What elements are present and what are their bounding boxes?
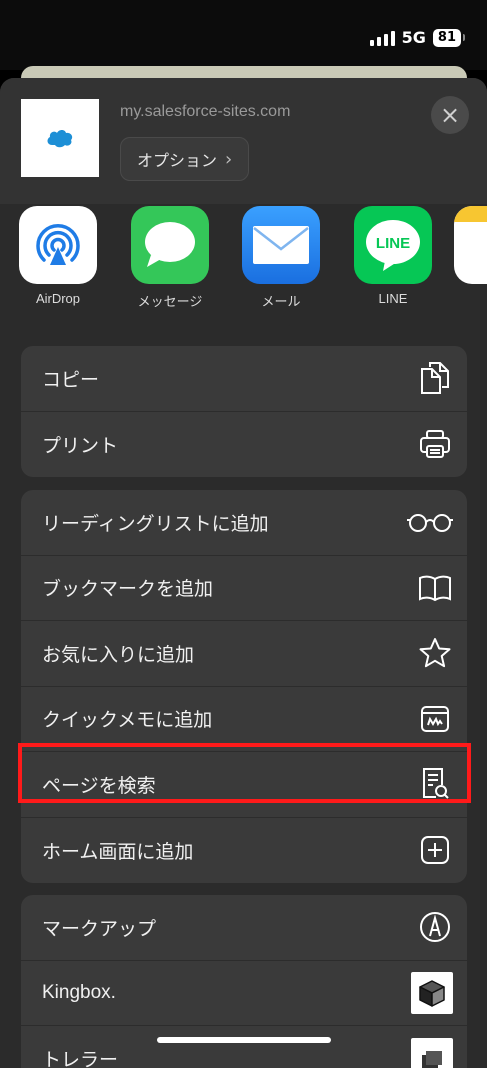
action-add-reading-list[interactable]: リーディングリストに追加	[21, 490, 467, 556]
action-markup-label: マークアップ	[42, 917, 157, 940]
options-button-label: オプション	[137, 151, 218, 170]
glasses-icon	[407, 504, 453, 540]
network-type: 5G	[401, 28, 426, 47]
printer-icon	[417, 426, 453, 462]
action-group-1: コピー プリント	[21, 346, 467, 477]
salesforce-cloud-icon	[47, 130, 73, 148]
battery-indicator: 81	[432, 28, 466, 47]
action-add-favorite[interactable]: お気に入りに追加	[21, 621, 467, 687]
action-add-to-home-screen[interactable]: ホーム画面に追加	[21, 818, 467, 884]
airdrop-icon	[19, 206, 97, 284]
chevron-right-icon: ›	[225, 148, 233, 170]
messages-icon	[131, 206, 209, 284]
app-messages[interactable]: メッセージ	[120, 206, 220, 310]
action-add-favorite-label: お気に入りに追加	[42, 643, 195, 666]
app-share-row: AirDrop メッセージ メール LINE LINE	[0, 204, 487, 314]
app-label-mail: メール	[261, 294, 301, 309]
action-print[interactable]: プリント	[21, 412, 467, 478]
action-print-label: プリント	[42, 434, 119, 457]
action-add-reading-list-label: リーディングリストに追加	[42, 512, 269, 535]
home-indicator	[157, 1037, 331, 1043]
action-find-on-page[interactable]: ページを検索	[21, 752, 467, 818]
status-bar: 5G 81	[0, 0, 487, 70]
action-copy-label: コピー	[42, 368, 100, 391]
close-icon: ×	[439, 101, 461, 129]
action-add-quick-note[interactable]: クイックメモに追加	[21, 687, 467, 752]
find-in-page-icon	[417, 766, 453, 802]
notes-icon	[454, 206, 487, 284]
action-markup[interactable]: マークアップ	[21, 895, 467, 961]
copy-icon	[417, 360, 453, 396]
app-extension-icon	[411, 1037, 453, 1068]
shared-url: my.salesforce-sites.com	[120, 103, 291, 120]
share-sheet-header: my.salesforce-sites.com オプション › ×	[0, 78, 487, 204]
action-add-quick-note-label: クイックメモに追加	[42, 709, 213, 732]
app-line[interactable]: LINE LINE	[343, 206, 443, 306]
options-button[interactable]: オプション ›	[120, 137, 250, 181]
action-find-on-page-label: ページを検索	[42, 774, 156, 797]
page-thumbnail	[21, 99, 99, 177]
cellular-signal-icon	[369, 30, 395, 46]
action-add-bookmark[interactable]: ブックマークを追加	[21, 556, 467, 621]
action-app-extension-label: トレラー	[42, 1049, 119, 1068]
share-sheet: my.salesforce-sites.com オプション › × AirDro	[0, 78, 487, 1068]
app-mail[interactable]: メール	[231, 206, 331, 310]
svg-text:LINE: LINE	[376, 235, 410, 252]
app-airdrop[interactable]: AirDrop	[8, 206, 108, 306]
action-add-bookmark-label: ブックマークを追加	[42, 578, 214, 601]
app-label-airdrop: AirDrop	[35, 291, 81, 306]
action-group-2: リーディングリストに追加 ブックマークを追加 お気に入りに追加 クイックメモに追…	[21, 490, 467, 883]
markup-icon	[417, 909, 453, 945]
quick-note-icon	[417, 701, 453, 737]
close-button[interactable]: ×	[431, 96, 469, 134]
app-notes[interactable]	[454, 206, 487, 284]
kingbox-icon	[411, 971, 453, 1014]
book-icon	[417, 570, 453, 606]
app-label-messages: メッセージ	[137, 294, 203, 309]
action-app-extension[interactable]: トレラー	[21, 1026, 467, 1068]
add-square-icon	[417, 832, 453, 868]
action-kingbox-label: Kingbox.	[42, 981, 116, 1003]
star-icon	[417, 635, 453, 671]
app-label-line: LINE	[378, 291, 408, 306]
action-add-to-home-screen-label: ホーム画面に追加	[42, 840, 194, 863]
action-kingbox[interactable]: Kingbox.	[21, 961, 467, 1026]
action-copy[interactable]: コピー	[21, 346, 467, 412]
line-icon: LINE	[354, 206, 432, 284]
mail-icon	[242, 206, 320, 284]
